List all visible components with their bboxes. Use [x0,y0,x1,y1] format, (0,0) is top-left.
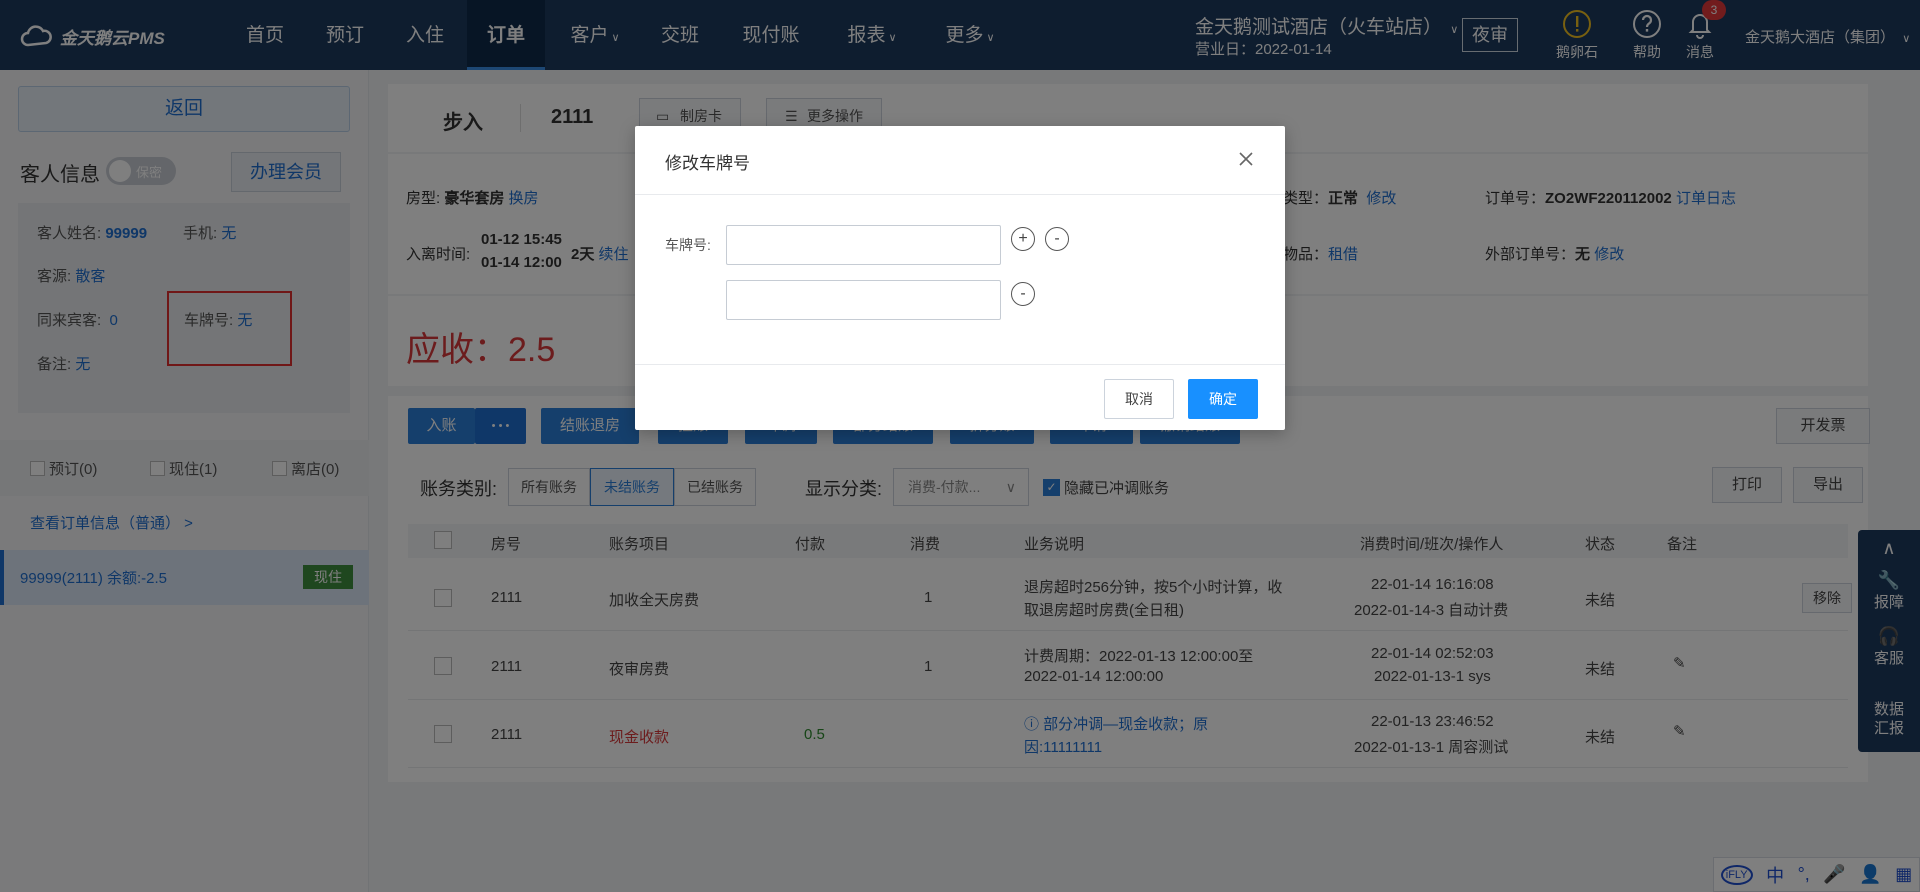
confirm-button[interactable]: 确定 [1188,379,1258,419]
remove-plate-button-1[interactable]: - [1045,227,1069,251]
plate-input-2[interactable] [726,280,1001,320]
edit-plate-modal: 修改车牌号 车牌号: + - - 取消 确定 [635,126,1285,430]
plate-input-1[interactable] [726,225,1001,265]
modal-divider [635,364,1285,365]
modal-title: 修改车牌号 [665,154,750,173]
modal-divider [635,194,1285,195]
add-plate-button[interactable]: + [1011,227,1035,251]
remove-plate-button-2[interactable]: - [1011,282,1035,306]
cancel-button[interactable]: 取消 [1104,379,1174,419]
close-icon[interactable] [1235,148,1257,170]
plate-label: 车牌号: [665,237,711,253]
